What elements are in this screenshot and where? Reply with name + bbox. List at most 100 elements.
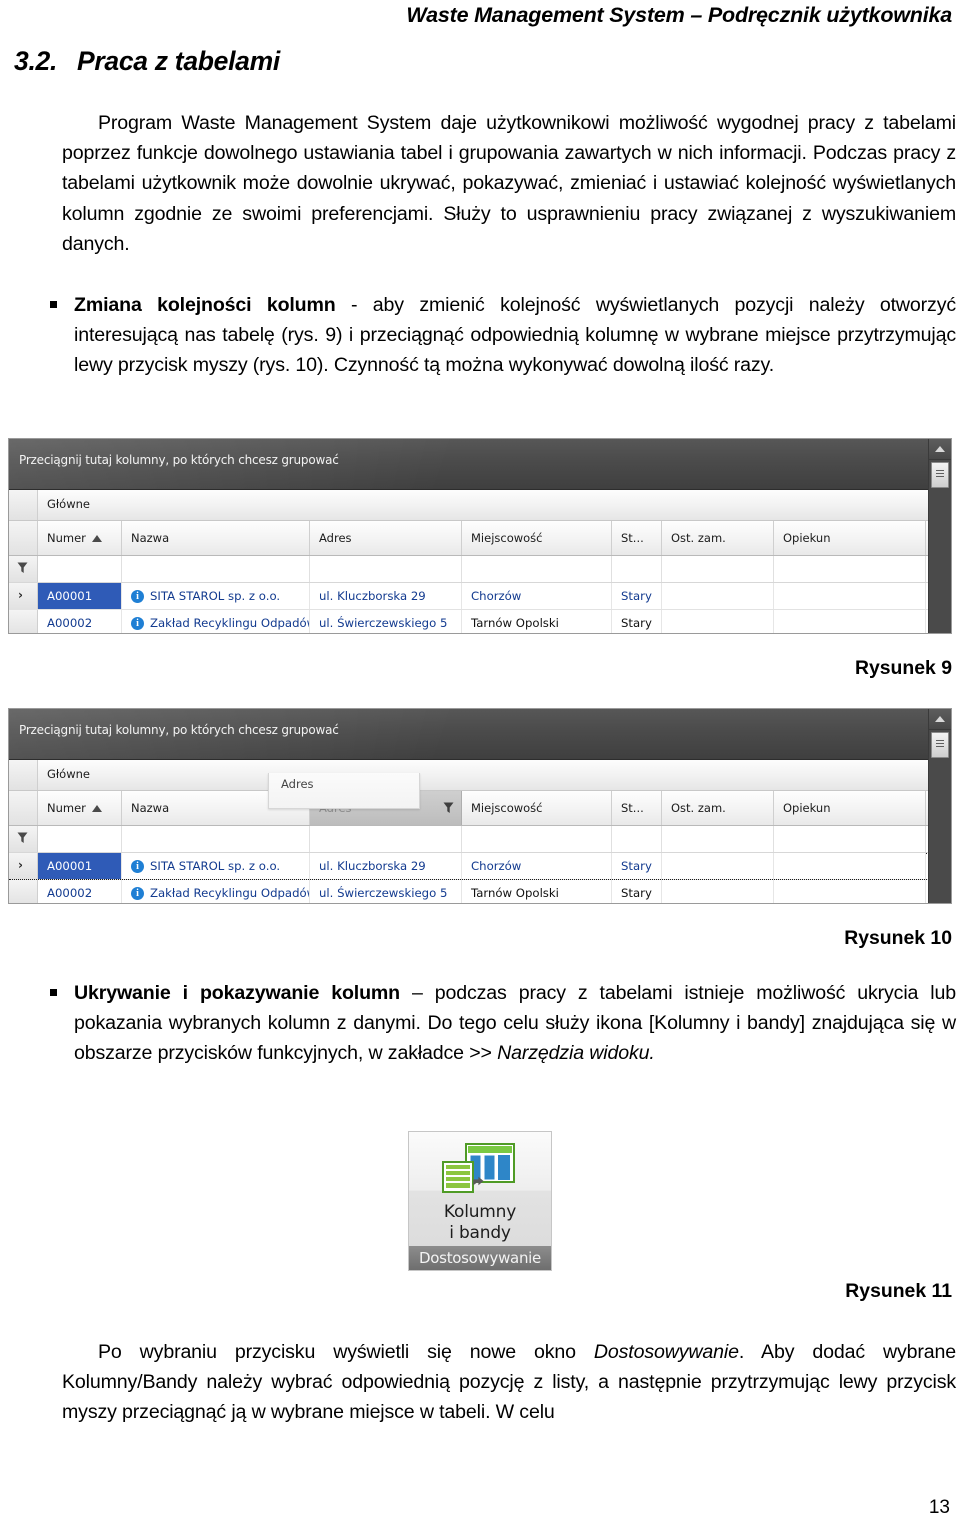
figure-9-caption: Rysunek 9 [854,657,952,679]
filter-cell-adres[interactable] [310,556,462,582]
running-header: Waste Management System – Podręcznik uży… [406,3,952,27]
column-header-opiekun[interactable]: Opiekun [774,791,926,825]
cell-opiekun[interactable] [774,610,926,633]
band-label-glowne[interactable]: Główne [47,767,90,781]
info-icon[interactable]: i [131,589,144,603]
filter-cell-opiekun[interactable] [774,556,926,582]
ribbon-group-name: Dostosowywanie [409,1246,551,1270]
cell-ost-zam[interactable] [662,853,774,879]
table-row[interactable]: A00002 i Zakład Recyklingu Odpadów Płynn… [9,610,951,633]
scroll-up-button[interactable] [929,709,951,730]
cell-nazwa[interactable]: i Zakład Recyklingu Odpadów Płynnych [122,610,310,633]
vertical-scrollbar[interactable] [928,439,951,633]
cell-numer[interactable]: A00002 [38,610,122,633]
band-row: Główne [9,760,951,791]
vertical-scrollbar[interactable] [928,709,951,903]
column-header-nazwa[interactable]: Nazwa [122,521,310,555]
cell-adres[interactable]: ul. Kluczborska 29 [310,853,462,879]
cell-miejscowosc[interactable]: Tarnów Opolski [462,610,612,633]
band-label-glowne[interactable]: Główne [47,497,90,511]
cell-st[interactable]: Stary [612,880,662,903]
filter-cell-numer[interactable] [38,556,122,582]
filter-row[interactable] [9,556,951,583]
page-number: 13 [928,1497,950,1518]
scrollbar-thumb[interactable] [931,732,949,758]
filter-row[interactable] [9,826,951,853]
cell-opiekun[interactable] [774,880,926,903]
column-header-ost-zam[interactable]: Ost. zam. [662,521,774,555]
cell-st[interactable]: Stary [612,583,662,609]
cell-numer[interactable]: A00001 [38,583,122,609]
cell-nazwa[interactable]: i SITA STAROL sp. z o.o. [122,853,310,879]
group-by-panel[interactable]: Przeciągnij tutaj kolumny, po których ch… [9,709,951,760]
figure-9-grid-screenshot[interactable]: Przeciągnij tutaj kolumny, po których ch… [8,438,952,634]
cell-ost-zam[interactable] [662,880,774,903]
filter-cell-nazwa[interactable] [122,826,310,852]
info-icon[interactable]: i [131,859,144,873]
bullet-change-column-order: Zmiana kolejności kolumn - aby zmienić k… [48,290,956,381]
cell-ost-zam[interactable] [662,610,774,633]
column-header-miejscowosc[interactable]: Miejscowość [462,521,612,555]
filter-cell-adres[interactable] [310,826,462,852]
row-indicator-gutter: › [9,583,38,609]
cell-st[interactable]: Stary [612,853,662,879]
cell-nazwa[interactable]: i SITA STAROL sp. z o.o. [122,583,310,609]
scroll-up-button[interactable] [929,439,951,460]
bullet-order-lead: Zmiana kolejności kolumn [74,294,336,316]
filter-cell-st[interactable] [612,556,662,582]
filter-gutter [9,826,38,852]
info-icon[interactable]: i [131,886,144,900]
cell-opiekun[interactable] [774,853,926,879]
column-header-st[interactable]: St... [612,791,662,825]
column-header-st-label: St... [621,531,644,545]
filter-cell-st[interactable] [612,826,662,852]
column-header-st[interactable]: St... [612,521,662,555]
column-header-numer-label: Numer [47,801,86,815]
filter-funnel-icon[interactable] [17,832,28,844]
cell-miejscowosc[interactable]: Tarnów Opolski [462,880,612,903]
column-header-adres[interactable]: Adres [310,521,462,555]
ribbon-button-label: Kolumny i bandy [409,1202,551,1244]
figure-11-ribbon-button[interactable]: Kolumny i bandy Dostosowywanie [408,1131,552,1271]
filter-cell-ost-zam[interactable] [662,826,774,852]
column-header-opiekun[interactable]: Opiekun [774,521,926,555]
column-header-numer[interactable]: Numer [38,791,122,825]
column-header-miejscowosc[interactable]: Miejscowość [462,791,612,825]
scrollbar-thumb[interactable] [931,462,949,488]
filter-cell-miejscowosc[interactable] [462,826,612,852]
column-header-numer[interactable]: Numer [38,521,122,555]
cell-opiekun[interactable] [774,583,926,609]
figure-11-caption: Rysunek 11 [845,1280,952,1302]
cell-numer[interactable]: A00001 [38,853,122,879]
cell-miejscowosc[interactable]: Chorzów [462,583,612,609]
filter-cell-miejscowosc[interactable] [462,556,612,582]
filter-cell-opiekun[interactable] [774,826,926,852]
table-row[interactable]: › A00001 i SITA STAROL sp. z o.o. ul. Kl… [9,853,951,880]
table-row[interactable]: A00002 i Zakład Recyklingu Odpadów Płynn… [9,880,951,903]
page-title: 3.2. Praca z tabelami [14,44,514,78]
cell-ost-zam[interactable] [662,583,774,609]
group-by-panel[interactable]: Przeciągnij tutaj kolumny, po których ch… [9,439,951,490]
bullet-square-icon [50,301,57,308]
column-header-ost-zam[interactable]: Ost. zam. [662,791,774,825]
info-icon[interactable]: i [131,616,144,630]
cell-miejscowosc[interactable]: Chorzów [462,853,612,879]
filter-funnel-icon[interactable] [17,562,28,574]
dragged-column-ghost[interactable]: Adres [268,773,420,809]
cell-nazwa-text: Zakład Recyklingu Odpadów Płynnych [150,886,309,900]
cell-adres[interactable]: ul. Świerczewskiego 5 [310,880,462,903]
cell-numer[interactable]: A00002 [38,880,122,903]
filter-cell-ost-zam[interactable] [662,556,774,582]
band-row: Główne [9,490,951,521]
column-header-opiekun-label: Opiekun [783,531,831,545]
filter-cell-numer[interactable] [38,826,122,852]
cell-st[interactable]: Stary [612,610,662,633]
cell-nazwa-text: Zakład Recyklingu Odpadów Płynnych [150,616,309,630]
cell-nazwa[interactable]: i Zakład Recyklingu Odpadów Płynnych [122,880,310,903]
cell-adres[interactable]: ul. Świerczewskiego 5 [310,610,462,633]
table-row[interactable]: › A00001 i SITA STAROL sp. z o.o. ul. Kl… [9,583,951,610]
cell-adres[interactable]: ul. Kluczborska 29 [310,583,462,609]
filter-funnel-icon[interactable] [443,802,454,814]
figure-10-grid-screenshot-dragging[interactable]: Przeciągnij tutaj kolumny, po których ch… [8,708,952,904]
filter-cell-nazwa[interactable] [122,556,310,582]
